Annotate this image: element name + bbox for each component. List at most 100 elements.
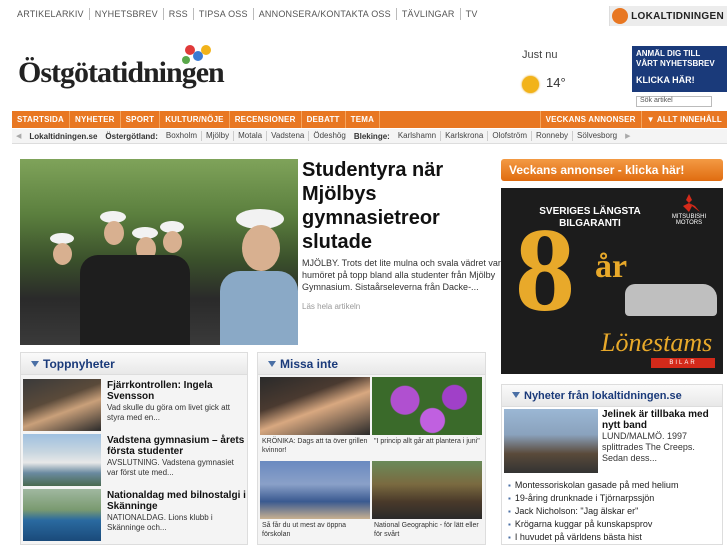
subnav-right-arrow-icon[interactable]: ▶ bbox=[621, 132, 634, 140]
ad-dealer-sub: BILAR bbox=[651, 358, 715, 368]
missa-image[interactable] bbox=[260, 377, 370, 435]
feature-title[interactable]: Jelinek är tillbaka med nytt band bbox=[602, 409, 722, 431]
main-nav: STARTSIDA NYHETER SPORT KULTUR/NÖJE RECE… bbox=[12, 111, 727, 128]
top-link-nyhetsbrev[interactable]: NYHETSBREV bbox=[90, 8, 164, 20]
missa-image[interactable] bbox=[372, 377, 482, 435]
list-item[interactable]: Jack Nicholson: "Jag älskar er" bbox=[508, 505, 720, 518]
nav-kultur-noje[interactable]: KULTUR/NÖJE bbox=[160, 111, 230, 128]
nav-sport[interactable]: SPORT bbox=[121, 111, 161, 128]
news-item[interactable]: Fjärrkontrollen: Ingela Svensson Vad sku… bbox=[23, 379, 247, 431]
mitsubishi-logo-icon bbox=[683, 194, 700, 212]
top-link-tv[interactable]: TV bbox=[461, 8, 483, 20]
missa-item[interactable]: National Geographic - för lätt eller för… bbox=[372, 461, 482, 543]
ad-banner[interactable]: SVERIGES LÄNGSTA BILGARANTI MITSUBISHI M… bbox=[501, 188, 723, 374]
lokaltidningen-brand-text: LOKALTIDNINGEN bbox=[631, 10, 724, 22]
missa-image[interactable] bbox=[372, 461, 482, 519]
news-thumbnail[interactable] bbox=[23, 434, 101, 486]
subnav-vadstena[interactable]: Vadstena bbox=[267, 131, 310, 141]
nav-veckans-annonser[interactable]: VECKANS ANNONSER bbox=[539, 111, 641, 128]
hero-text: MJÖLBY. Trots det lite mulna och svala v… bbox=[302, 258, 501, 292]
feature-text: LUND/MALMÖ. 1997 splittrades The Creeps.… bbox=[602, 431, 695, 463]
missa-item[interactable]: "I princip allt går att plantera i juni" bbox=[372, 377, 482, 459]
news-title[interactable]: Nationaldag med bilnostalgi i Skänninge bbox=[107, 490, 247, 512]
hero-read-more-link[interactable]: Läs hela artikeln bbox=[302, 302, 360, 311]
nav-debatt[interactable]: DEBATT bbox=[302, 111, 346, 128]
lokal-news-list: Montessoriskolan gasade på med helium 19… bbox=[508, 479, 720, 544]
veckans-annonser-button[interactable]: Veckans annonser - klicka här! bbox=[501, 159, 723, 181]
ad-big-unit: år bbox=[595, 248, 628, 285]
nav-allt-innehall[interactable]: ▼ ALLT INNEHÅLL bbox=[640, 111, 727, 128]
nav-recensioner[interactable]: RECENSIONER bbox=[230, 111, 302, 128]
news-text: NATIONALDAG. Lions klubb i Skänninge och… bbox=[107, 513, 213, 532]
list-item[interactable]: Krögarna kuggar på kunskapsprov bbox=[508, 518, 720, 531]
missa-caption[interactable]: "I princip allt går att plantera i juni" bbox=[374, 437, 480, 446]
lokaltidningen-brand[interactable]: LOKALTIDNINGEN bbox=[609, 6, 727, 26]
search-input[interactable]: Sök artikel bbox=[636, 96, 712, 107]
header: Östgötatidningen Just nu 14° ANMÄL DIG T… bbox=[12, 42, 727, 112]
missa-caption[interactable]: KRÖNIKA: Dags att ta över grillen kvinno… bbox=[262, 437, 368, 455]
news-thumbnail[interactable] bbox=[23, 379, 101, 431]
lokaltidningen-news-box: Nyheter från lokaltidningen.se Jelinek ä… bbox=[501, 384, 723, 545]
missa-image[interactable] bbox=[260, 461, 370, 519]
ad-big-number: 8 bbox=[515, 203, 575, 336]
news-text: AVSLUTNING. Vadstena gymnasiet var först… bbox=[107, 458, 234, 477]
hero-title[interactable]: Studentyra när Mjölbys gymnasietreor slu… bbox=[302, 158, 472, 254]
top-link-artikelarkiv[interactable]: ARTIKELARKIV bbox=[12, 8, 90, 20]
list-item[interactable]: 19-åring drunknade i Tjörnarpssjön bbox=[508, 492, 720, 505]
subnav-boxholm[interactable]: Boxholm bbox=[162, 131, 202, 141]
student-face-shape bbox=[242, 225, 280, 271]
student-face-shape bbox=[53, 243, 72, 265]
nav-startsida[interactable]: STARTSIDA bbox=[12, 111, 70, 128]
lokaltidningen-logo-icon bbox=[612, 8, 629, 24]
news-item[interactable]: Nationaldag med bilnostalgi i Skänninge … bbox=[23, 489, 247, 541]
subnav-karlshamn[interactable]: Karlshamn bbox=[394, 131, 442, 141]
hero-image[interactable] bbox=[20, 159, 298, 345]
student-face-shape bbox=[104, 221, 124, 245]
news-title[interactable]: Fjärrkontrollen: Ingela Svensson bbox=[107, 380, 247, 402]
top-link-annonsera[interactable]: ANNONSERA/KONTAKTA OSS bbox=[254, 8, 397, 20]
weather-widget: Just nu 14° bbox=[522, 46, 602, 106]
subnav-left-arrow-icon[interactable]: ◀ bbox=[12, 132, 25, 140]
temperature: 14° bbox=[546, 75, 566, 90]
missa-item[interactable]: KRÖNIKA: Dags att ta över grillen kvinno… bbox=[260, 377, 370, 459]
toppnyheter-box: Toppnyheter Fjärrkontrollen: Ingela Sven… bbox=[20, 352, 248, 545]
toppnyheter-title: Toppnyheter bbox=[43, 357, 115, 371]
top-link-tavlingar[interactable]: TÄVLINGAR bbox=[397, 8, 461, 20]
feature-image[interactable] bbox=[504, 409, 598, 473]
newsletter-line2: VÅRT NYHETSBREV bbox=[636, 59, 715, 68]
subnav-ronneby[interactable]: Ronneby bbox=[532, 131, 574, 141]
toppnyheter-header: Toppnyheter bbox=[21, 353, 247, 375]
ad-maker-text: MITSUBISHI MOTORS bbox=[671, 214, 707, 226]
top-link-rss[interactable]: RSS bbox=[164, 8, 194, 20]
missa-item[interactable]: Så får du ut mest av öppna förskolan bbox=[260, 461, 370, 543]
news-thumbnail[interactable] bbox=[23, 489, 101, 541]
missa-inte-header: Missa inte bbox=[258, 353, 485, 375]
triangle-down-icon bbox=[512, 392, 520, 398]
nav-spacer bbox=[380, 111, 540, 128]
top-link-tipsa-oss[interactable]: TIPSA OSS bbox=[194, 8, 254, 20]
sun-icon bbox=[522, 76, 539, 93]
missa-inte-box: Missa inte KRÖNIKA: Dags att ta över gri… bbox=[257, 352, 486, 545]
student-suit-shape bbox=[80, 255, 190, 345]
missa-caption[interactable]: National Geographic - för lätt eller för… bbox=[374, 521, 480, 539]
subnav-odeshog[interactable]: Ödeshög bbox=[309, 131, 349, 141]
nav-nyheter[interactable]: NYHETER bbox=[70, 111, 121, 128]
subnav-region-ostergotland: Östergötland: bbox=[105, 131, 158, 141]
news-item[interactable]: Vadstena gymnasium – årets första studen… bbox=[23, 434, 247, 486]
sub-nav: ◀ Lokaltidningen.se Östergötland: Boxhol… bbox=[12, 129, 727, 144]
missa-caption[interactable]: Så får du ut mest av öppna förskolan bbox=[262, 521, 368, 539]
lokaltidningen-news-title: Nyheter från lokaltidningen.se bbox=[524, 390, 682, 402]
newsletter-banner[interactable]: ANMÄL DIG TILL VÅRT NYHETSBREV KLICKA HÄ… bbox=[632, 46, 727, 92]
subnav-karlskrona[interactable]: Karlskrona bbox=[441, 131, 489, 141]
subnav-olofstrom[interactable]: Olofström bbox=[488, 131, 532, 141]
subnav-mjolby[interactable]: Mjölby bbox=[202, 131, 235, 141]
student-face-shape bbox=[163, 231, 182, 253]
subnav-lokaltidningen[interactable]: Lokaltidningen.se bbox=[25, 132, 101, 141]
news-title[interactable]: Vadstena gymnasium – årets första studen… bbox=[107, 435, 247, 457]
list-item[interactable]: I huvudet på världens bästa hist bbox=[508, 531, 720, 544]
newsletter-line1: ANMÄL DIG TILL bbox=[636, 49, 701, 58]
nav-tema[interactable]: TEMA bbox=[346, 111, 381, 128]
list-item[interactable]: Montessoriskolan gasade på med helium bbox=[508, 479, 720, 492]
subnav-motala[interactable]: Motala bbox=[234, 131, 268, 141]
subnav-solvesborg[interactable]: Sölvesborg bbox=[573, 131, 621, 141]
